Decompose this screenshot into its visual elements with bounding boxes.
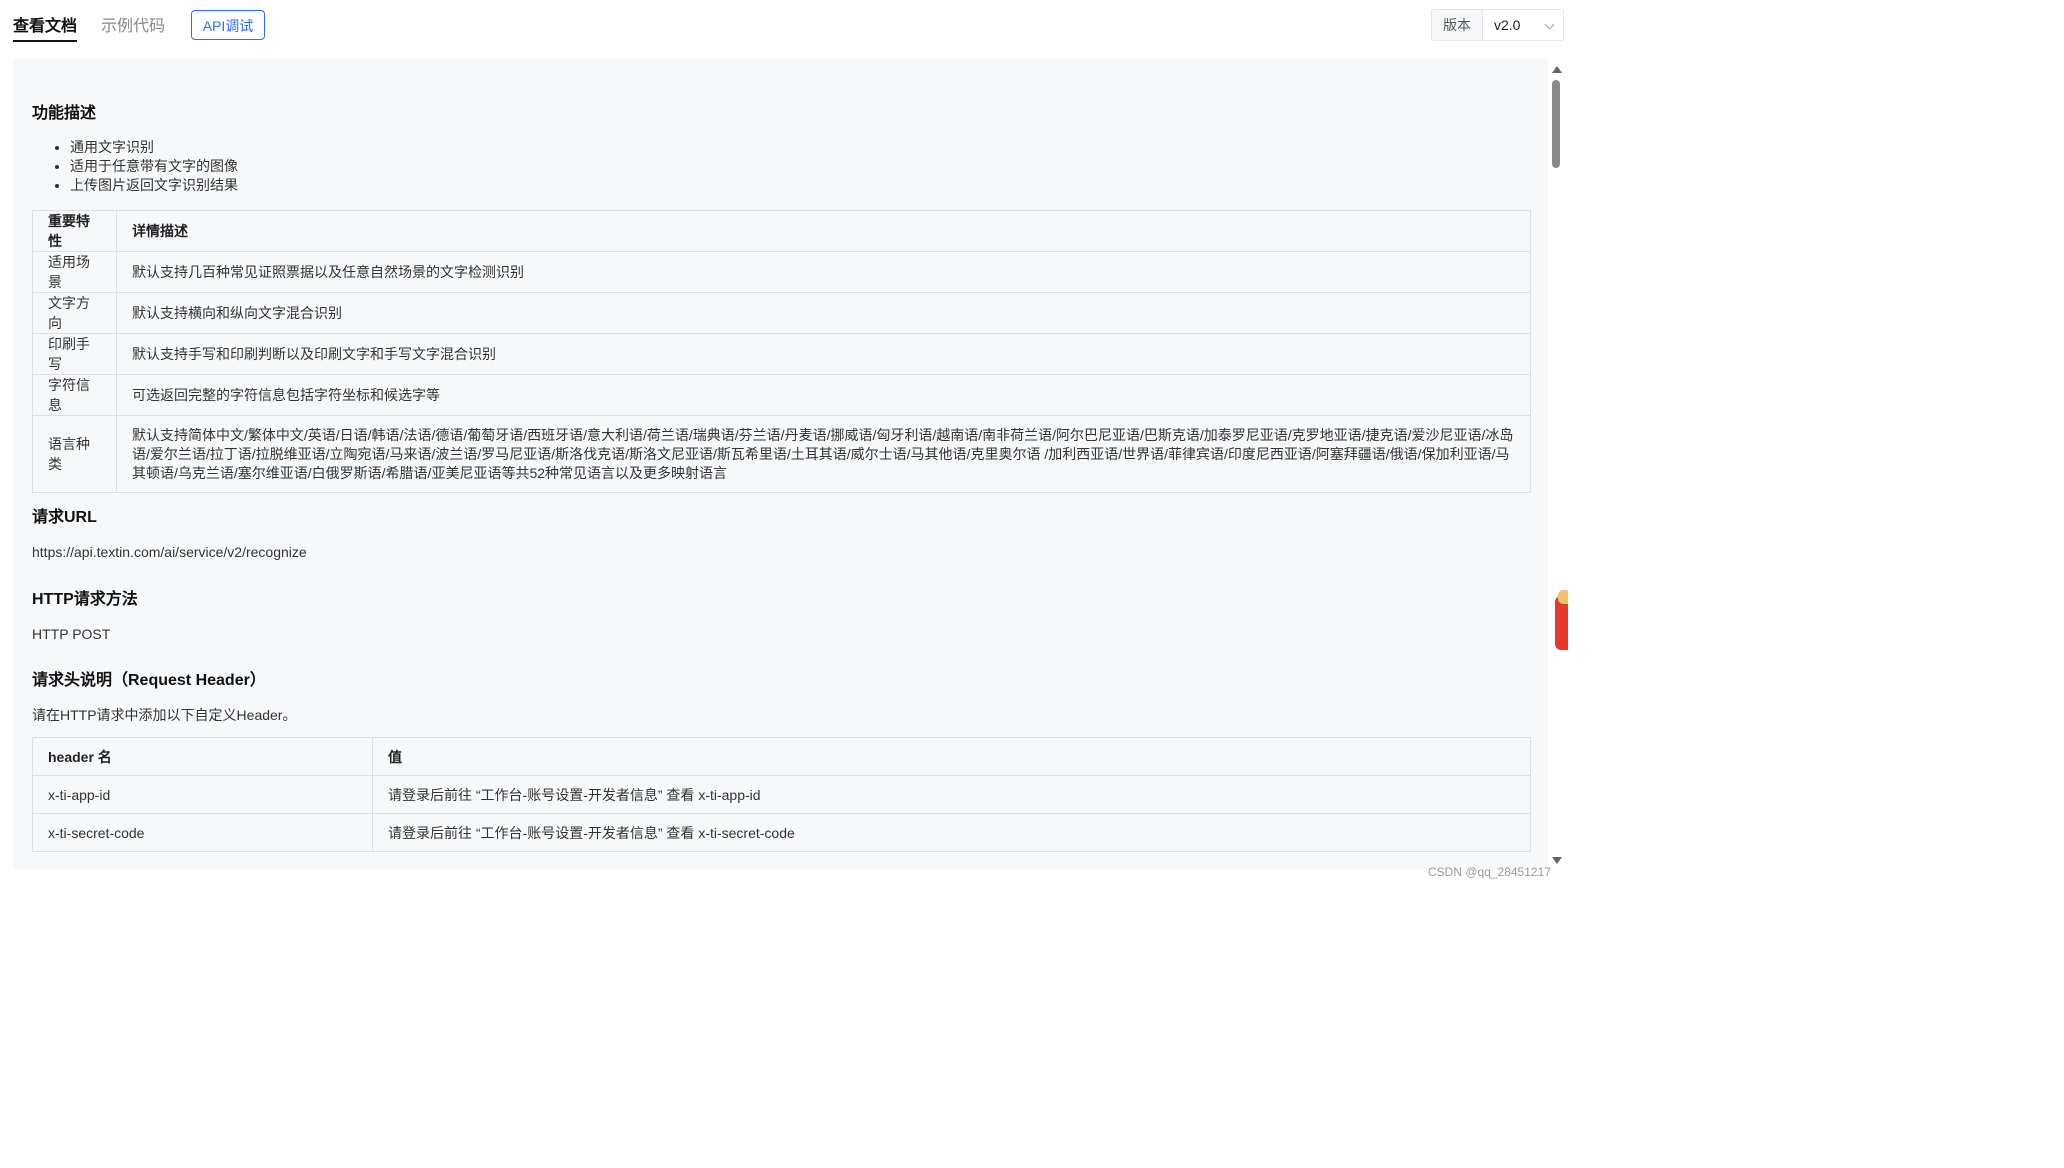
table-header: 值 xyxy=(372,737,1531,776)
floating-side-widget[interactable] xyxy=(1555,590,1568,650)
tab-api-debug[interactable]: API调试 xyxy=(191,10,265,40)
section-title-http-method: HTTP请求方法 xyxy=(32,591,138,608)
feature-list: 通用文字识别 适用于任意带有文字的图像 上传图片返回文字识别结果 xyxy=(32,138,238,195)
table-cell: 请登录后前往 “工作台-账号设置-开发者信息” 查看 x-ti-app-id xyxy=(372,775,1531,814)
tab-view-docs[interactable]: 查看文档 xyxy=(13,16,78,42)
table-cell: x-ti-app-id xyxy=(32,775,373,814)
version-value: v2.0 xyxy=(1494,17,1521,33)
request-url-value: https://api.textin.com/ai/service/v2/rec… xyxy=(32,544,307,560)
doc-content-panel[interactable]: 功能描述 通用文字识别 适用于任意带有文字的图像 上传图片返回文字识别结果 重要… xyxy=(13,58,1548,870)
table-row: x-ti-secret-code 请登录后前往 “工作台-账号设置-开发者信息”… xyxy=(32,813,1531,852)
list-item: 上传图片返回文字识别结果 xyxy=(70,176,238,195)
version-label: 版本 xyxy=(1432,10,1483,40)
table-row: 适用场景 默认支持几百种常见证照票据以及任意自然场景的文字检测识别 xyxy=(32,251,1531,293)
table-cell: 默认支持手写和印刷判断以及印刷文字和手写文字混合识别 xyxy=(116,333,1531,375)
table-row: 印刷手写 默认支持手写和印刷判断以及印刷文字和手写文字混合识别 xyxy=(32,333,1531,375)
table-cell: 可选返回完整的字符信息包括字符坐标和候选字等 xyxy=(116,374,1531,416)
table-row: 字符信息 可选返回完整的字符信息包括字符坐标和候选字等 xyxy=(32,374,1531,416)
version-selector: 版本 v2.0 xyxy=(1431,9,1564,41)
list-item: 适用于任意带有文字的图像 xyxy=(70,157,238,176)
table-cell: 请登录后前往 “工作台-账号设置-开发者信息” 查看 x-ti-secret-c… xyxy=(372,813,1531,852)
table-cell: 默认支持几百种常见证照票据以及任意自然场景的文字检测识别 xyxy=(116,251,1531,293)
table-header-row: 重要特性 详情描述 xyxy=(32,210,1531,252)
section-title-features: 功能描述 xyxy=(32,105,97,122)
scroll-down-arrow-icon[interactable] xyxy=(1552,857,1562,864)
table-cell: 印刷手写 xyxy=(32,333,117,375)
section-title-request-header: 请求头说明（Request Header） xyxy=(32,672,266,689)
section-title-request-url: 请求URL xyxy=(32,509,97,526)
table-row: 文字方向 默认支持横向和纵向文字混合识别 xyxy=(32,292,1531,334)
watermark-text: CSDN @qq_28451217 xyxy=(1428,865,1551,879)
table-cell: x-ti-secret-code xyxy=(32,813,373,852)
table-header: header 名 xyxy=(32,737,373,776)
table-header: 详情描述 xyxy=(116,210,1531,252)
scrollbar-thumb[interactable] xyxy=(1552,80,1560,168)
vertical-scrollbar[interactable] xyxy=(1550,62,1564,868)
request-header-intro: 请在HTTP请求中添加以下自定义Header。 xyxy=(32,707,297,723)
version-dropdown[interactable]: v2.0 xyxy=(1483,10,1563,40)
table-cell: 字符信息 xyxy=(32,374,117,416)
http-method-value: HTTP POST xyxy=(32,626,111,642)
request-header-table: header 名 值 x-ti-app-id 请登录后前往 “工作台-账号设置-… xyxy=(32,737,1531,852)
top-toolbar: 查看文档 示例代码 API调试 版本 v2.0 xyxy=(0,0,1568,56)
tab-sample-code[interactable]: 示例代码 xyxy=(101,16,165,38)
table-cell: 默认支持横向和纵向文字混合识别 xyxy=(116,292,1531,334)
table-header: 重要特性 xyxy=(32,210,117,252)
table-cell: 语言种类 xyxy=(32,415,117,493)
scroll-up-arrow-icon[interactable] xyxy=(1552,66,1562,73)
table-row: x-ti-app-id 请登录后前往 “工作台-账号设置-开发者信息” 查看 x… xyxy=(32,775,1531,814)
table-header-row: header 名 值 xyxy=(32,737,1531,776)
table-cell: 默认支持简体中文/繁体中文/英语/日语/韩语/法语/德语/葡萄牙语/西班牙语/意… xyxy=(116,415,1531,493)
table-row: 语言种类 默认支持简体中文/繁体中文/英语/日语/韩语/法语/德语/葡萄牙语/西… xyxy=(32,415,1531,493)
table-cell: 适用场景 xyxy=(32,251,117,293)
table-cell: 文字方向 xyxy=(32,292,117,334)
chevron-down-icon xyxy=(1544,19,1555,30)
list-item: 通用文字识别 xyxy=(70,138,238,157)
features-table: 重要特性 详情描述 适用场景 默认支持几百种常见证照票据以及任意自然场景的文字检… xyxy=(32,210,1531,493)
